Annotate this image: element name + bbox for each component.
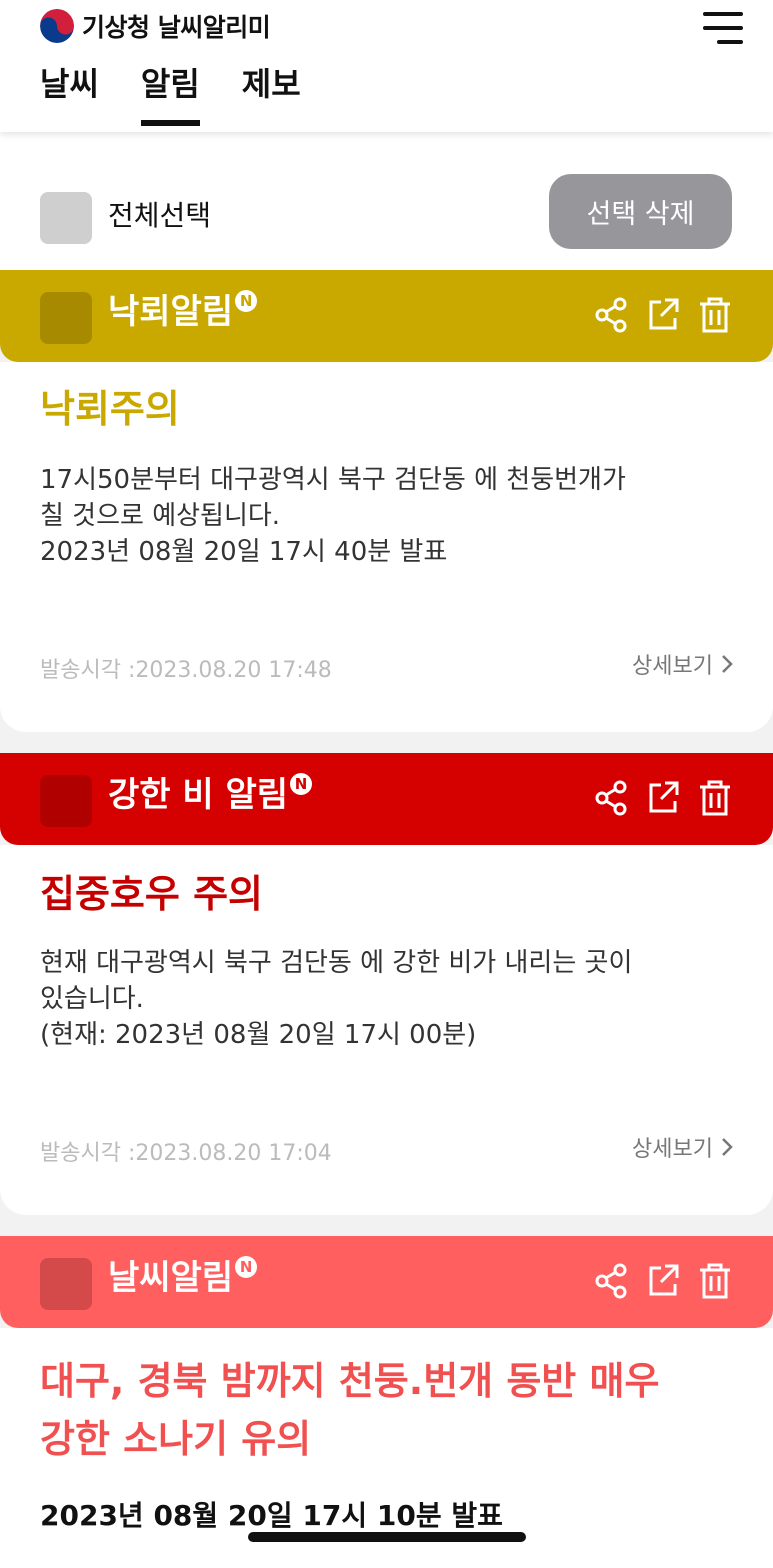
sent-time: 발송시각 :2023.08.20 17:48 (40, 658, 332, 683)
delete-selected-button[interactable]: 선택 삭제 (549, 174, 732, 249)
alert-checkbox[interactable] (40, 775, 92, 827)
alert-message: 17시50분부터 대구광역시 북구 검단동 에 천둥번개가 칠 것으로 예상됩니… (40, 465, 626, 567)
select-all-checkbox[interactable] (40, 192, 92, 244)
chevron-right-icon (722, 655, 733, 673)
share-icon[interactable] (593, 779, 629, 817)
alert-category-label: 강한 비 알림 (108, 775, 289, 815)
trash-icon[interactable] (697, 779, 733, 817)
hamburger-menu-icon[interactable] (701, 10, 743, 46)
logo[interactable]: 기상청 날씨알리미 (40, 8, 271, 44)
external-link-icon[interactable] (645, 779, 681, 817)
alert-actions (577, 1262, 733, 1300)
alert-message: 현재 대구광역시 북구 검단동 에 강한 비가 내리는 곳이 있습니다. (현재… (40, 948, 633, 1050)
announcement-date: 2023년 08월 20일 17시 10분 발표 (40, 1499, 503, 1532)
alert-card: 집중호우 주의 현재 대구광역시 북구 검단동 에 강한 비가 내리는 곳이 있… (0, 753, 773, 1215)
logo-text: 기상청 날씨알리미 (82, 13, 271, 42)
alert-checkbox[interactable] (40, 292, 92, 344)
alert-category: 강한 비 알림 N (108, 771, 313, 819)
trash-icon[interactable] (697, 1262, 733, 1300)
select-all-label[interactable]: 전체선택 (108, 194, 211, 238)
selection-toolbar: 전체선택 선택 삭제 (0, 132, 773, 270)
alert-category-label: 날씨알림 (108, 1258, 234, 1298)
alert-card-body[interactable]: 집중호우 주의 현재 대구광역시 북구 검단동 에 강한 비가 내리는 곳이 있… (0, 845, 773, 1215)
trash-icon[interactable] (697, 296, 733, 334)
alert-category-label: 낙뢰알림 (108, 292, 234, 332)
alert-category: 날씨알림 N (108, 1254, 258, 1302)
alert-card-header: 낙뢰알림 N (0, 270, 773, 362)
view-detail-label: 상세보기 (632, 1137, 713, 1162)
alert-card-body[interactable]: 낙뢰주의 17시50분부터 대구광역시 북구 검단동 에 천둥번개가 칠 것으로… (0, 362, 773, 732)
new-badge: N (235, 290, 258, 312)
new-badge: N (235, 1256, 258, 1278)
alert-card: 낙뢰주의 17시50분부터 대구광역시 북구 검단동 에 천둥번개가 칠 것으로… (0, 270, 773, 732)
app-header: 기상청 날씨알리미 날씨 알림 제보 (0, 0, 773, 132)
main-tabs: 날씨 알림 제보 (40, 62, 343, 126)
alert-heading: 집중호우 주의 (40, 872, 263, 916)
alert-category: 낙뢰알림 N (108, 288, 258, 336)
tab-alerts[interactable]: 알림 (140, 62, 200, 126)
new-badge: N (290, 773, 313, 795)
tab-weather[interactable]: 날씨 (40, 62, 99, 124)
view-detail-link[interactable]: 상세보기 (632, 648, 733, 680)
alert-card: 대구, 경북 밤까지 천둥.번개 동반 매우 강한 소나기 유의 2023년 0… (0, 1236, 773, 1568)
alert-actions (577, 779, 733, 817)
sent-time: 발송시각 :2023.08.20 17:04 (40, 1141, 332, 1166)
alert-heading: 대구, 경북 밤까지 천둥.번개 동반 매우 강한 소나기 유의 (40, 1359, 660, 1461)
alert-actions (577, 296, 733, 334)
share-icon[interactable] (593, 1262, 629, 1300)
view-detail-label: 상세보기 (632, 654, 713, 679)
external-link-icon[interactable] (645, 296, 681, 334)
alert-card-header: 강한 비 알림 N (0, 753, 773, 845)
alert-card-header: 날씨알림 N (0, 1236, 773, 1328)
view-detail-link[interactable]: 상세보기 (632, 1131, 733, 1163)
taegeuk-logo-icon (40, 9, 74, 43)
alert-heading: 낙뢰주의 (40, 387, 180, 431)
share-icon[interactable] (593, 296, 629, 334)
chevron-right-icon (722, 1138, 733, 1156)
alert-checkbox[interactable] (40, 1258, 92, 1310)
external-link-icon[interactable] (645, 1262, 681, 1300)
tab-report[interactable]: 제보 (242, 62, 301, 124)
home-indicator[interactable] (248, 1532, 526, 1542)
